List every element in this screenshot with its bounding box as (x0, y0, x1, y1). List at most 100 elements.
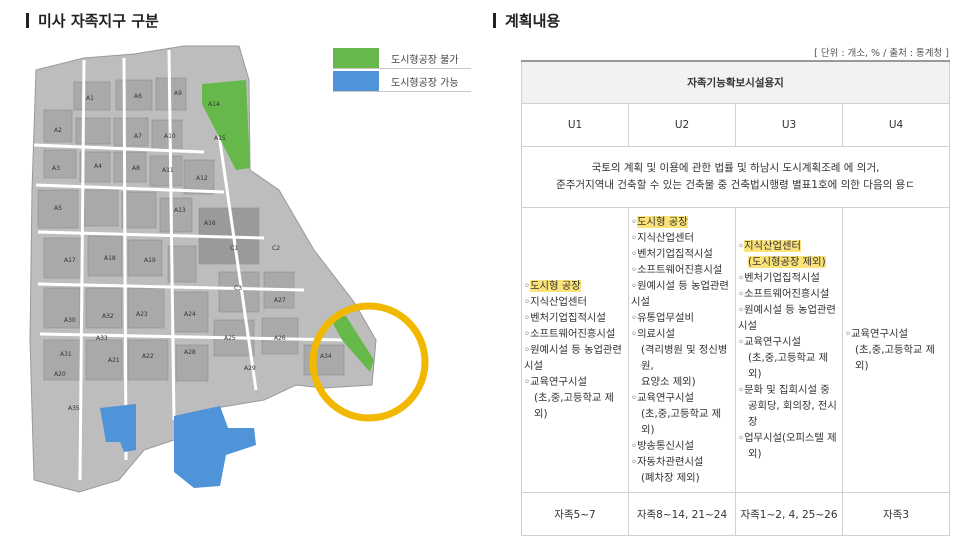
map-block-label: A15 (214, 135, 226, 142)
list-subitem: (초,중,고등학교 제외) (641, 408, 722, 436)
column-header-row: U1 U2 U3 U4 (521, 103, 951, 147)
map-block-label: A24 (184, 311, 196, 318)
list-item: 교육연구시설 (744, 336, 801, 348)
list-item: 소프트웨어진흥시설 (744, 288, 830, 300)
title-bar (493, 13, 496, 28)
list-item: 의료시설 (637, 328, 675, 340)
legend-swatch-blue (333, 71, 379, 91)
list-item: 소프트웨어진흥시설 (637, 264, 723, 276)
map-block-label: A11 (162, 167, 174, 174)
list-item: 지식산업센터 (637, 232, 694, 244)
legend-item-allowed: 도시형공장 가능 (333, 71, 471, 92)
list-item: 방송통신시설 (637, 440, 694, 452)
list-item: 시설 (524, 360, 543, 372)
left-section-title: 미사 자족지구 구분 (26, 10, 159, 31)
footer-u1: 자족5~7 (521, 492, 629, 536)
table-header: 자족기능확보시설용지 (520, 60, 951, 104)
list-item: 벤처기업집적시설 (637, 248, 713, 260)
map-block-label: A27 (274, 297, 286, 304)
map-block-label: A7 (134, 133, 142, 140)
column-header-u4: U4 (841, 103, 951, 147)
legend-swatch-green (333, 48, 379, 68)
blue-zone-south (174, 406, 256, 488)
map-block-label: A12 (196, 175, 208, 182)
u1-cell: ◦도시형 공장 ◦지식산업센터 ◦벤처기업집적시설 ◦소프트웨어진흥시설 ◦원예… (521, 207, 629, 493)
map-block-label: A30 (64, 317, 76, 324)
map-block-label: A20 (54, 371, 66, 378)
list-item: 원예시설 등 농업관련 (744, 304, 836, 316)
map-block-label: A13 (174, 207, 186, 214)
map-block-label: A22 (142, 353, 154, 360)
list-subitem: (격리병원 및 정신병원, (641, 344, 728, 372)
map-block-label: A32 (102, 313, 114, 320)
description-line: 준주거지역내 건축할 수 있는 건축물 중 건축법시행령 별표1호에 의한 다음… (556, 179, 915, 191)
map-block-label: A31 (60, 351, 72, 358)
list-item: 지식산업센터 (530, 296, 587, 308)
map-block-label: A2 (54, 127, 62, 134)
list-item: 원예시설 등 농업관련 (530, 344, 622, 356)
map-block-label: A33 (96, 335, 108, 342)
list-subitem: (폐차장 제외) (641, 472, 700, 484)
map-block-label: C1 (230, 245, 238, 252)
map-block-label: A6 (134, 93, 142, 100)
legend-label: 도시형공장 가능 (391, 77, 459, 89)
footer-u2: 자족8~14, 21~24 (628, 492, 736, 536)
map-block-label: A18 (104, 255, 116, 262)
highlight-text: 도시형 공장 (637, 216, 688, 228)
map-block-label: A3 (52, 165, 60, 172)
map-block-label: A21 (108, 357, 120, 364)
column-header-u3: U3 (735, 103, 843, 147)
column-header-u2: U2 (628, 103, 736, 147)
footer-row: 자족5~7 자족8~14, 21~24 자족1~2, 4, 25~26 자족3 (521, 492, 951, 536)
map-block-label: A14 (208, 101, 220, 108)
map-block-label: A23 (136, 311, 148, 318)
map-block-label: A17 (64, 257, 76, 264)
plan-table: 자족기능확보시설용지 U1 U2 U3 U4 국토의 계획 및 이용에 관한 법… (520, 60, 951, 536)
list-item: 자동차관련시설 (637, 456, 704, 468)
list-item: 소프트웨어진흥시설 (530, 328, 616, 340)
list-item: 교육연구시설 (637, 392, 694, 404)
right-title-text: 계획내용 (505, 12, 561, 30)
list-item: 교육연구시설 (851, 328, 908, 340)
map-block-label: A4 (94, 163, 102, 170)
u4-cell: ◦교육연구시설 (초,중,고등학교 제외) (841, 207, 951, 493)
map-block-label: A1 (86, 95, 94, 102)
footer-u3: 자족1~2, 4, 25~26 (735, 492, 843, 536)
map-block-label: A10 (164, 133, 176, 140)
list-subitem: (초,중,고등학교 제외) (534, 392, 615, 420)
list-subitem: 공회당, 회의장, 전시장 (748, 400, 837, 428)
list-item: 유통업무설비 (637, 312, 694, 324)
map-block-label: A16 (204, 220, 216, 227)
list-item: 원예시설 등 농업관련 (637, 280, 729, 292)
map-block-label: C2 (272, 245, 280, 252)
map-block-label: A26 (274, 335, 286, 342)
map-block-label: A29 (244, 365, 256, 372)
list-item: 벤처기업집적시설 (530, 312, 606, 324)
column-header-u1: U1 (521, 103, 629, 147)
list-subitem: 외) (748, 448, 762, 460)
highlight-text: 지식산업센터 (744, 240, 801, 252)
legend-label: 도시형공장 불가 (391, 54, 459, 66)
list-item: 시설 (738, 320, 757, 332)
footer-u4: 자족3 (841, 492, 951, 536)
map-legend: 도시형공장 불가 도시형공장 가능 (333, 48, 471, 94)
list-item: 문화 및 집회시설 중 (744, 384, 830, 396)
u2-cell: ◦도시형 공장 ◦지식산업센터 ◦벤처기업집적시설 ◦소프트웨어진흥시설 ◦원예… (628, 207, 736, 493)
map-block-label: A8 (132, 165, 140, 172)
list-subitem: 요양소 제외) (641, 376, 696, 388)
source-note: [ 단위 : 개소, % / 출처 : 통계청 ] (814, 48, 949, 59)
map-block-label: A28 (184, 349, 196, 356)
map-block-label: A5 (54, 205, 62, 212)
highlight-text: 도시형 공장 (530, 280, 581, 292)
map-block-label: A19 (144, 257, 156, 264)
map-block-label: A9 (174, 90, 182, 97)
table-description: 국토의 계획 및 이용에 관한 법률 및 하남시 도시계획조례 에 의거, 준주… (520, 146, 951, 208)
list-subitem: (초,중,고등학교 제외) (855, 344, 936, 372)
right-section-title: 계획내용 (493, 10, 560, 31)
district-map: A1 A2 A3 A4 A5 A6 A7 A8 A9 A10 A11 A12 A13 A14 A15 A16 A… (29, 45, 429, 493)
title-bar (26, 13, 29, 28)
map-block-label: A25 (224, 335, 236, 342)
highlight-text: (도시형공장 제외) (748, 256, 826, 268)
left-title-text: 미사 자족지구 구분 (38, 12, 159, 30)
legend-item-not-allowed: 도시형공장 불가 (333, 48, 471, 69)
